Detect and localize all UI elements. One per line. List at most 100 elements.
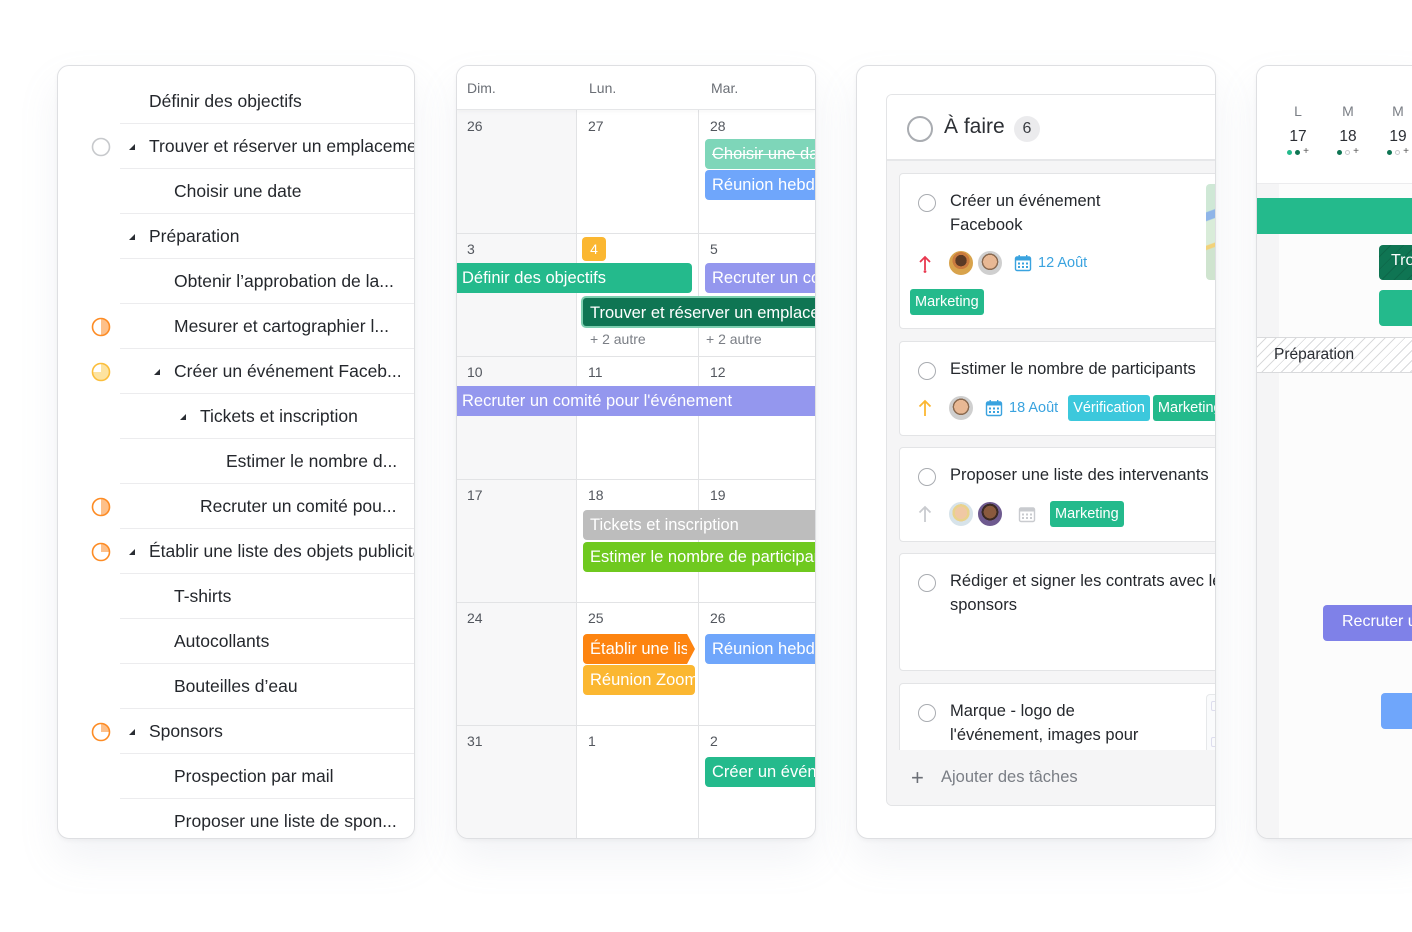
timeline-bar[interactable]: Trouver et réserver un emplacement [1379, 245, 1412, 280]
collapse-caret-icon[interactable] [129, 549, 135, 555]
task-name[interactable]: T-shirts [174, 574, 231, 619]
timeline-day[interactable]: L 17 + [1278, 66, 1318, 166]
day-number[interactable]: 10 [467, 364, 483, 380]
collapse-caret-icon[interactable] [129, 729, 135, 735]
task-row[interactable]: Bouteilles d’eau [58, 664, 414, 709]
task-name[interactable]: Préparation [149, 214, 239, 259]
timeline-day[interactable]: M 18 + [1328, 66, 1368, 166]
avatar[interactable] [977, 501, 1003, 527]
calendar-event[interactable]: Créer un événement [705, 757, 815, 787]
today-date-badge[interactable]: 4 [582, 237, 606, 261]
day-number[interactable]: 3 [467, 241, 475, 257]
day-number[interactable]: 1 [588, 733, 596, 749]
day-number[interactable]: 5 [710, 241, 718, 257]
task-row[interactable]: Établir une liste des objets publicitair… [58, 529, 414, 574]
task-name[interactable]: Obtenir l’approbation de la... [174, 259, 394, 304]
calendar-event[interactable]: Définir des objectifs [457, 263, 692, 293]
complete-checkbox[interactable] [918, 468, 936, 486]
task-name[interactable]: Prospection par mail [174, 754, 334, 799]
task-row[interactable]: T-shirts [58, 574, 414, 619]
task-row[interactable]: Recruter un comité pou... [58, 484, 414, 529]
task-name[interactable]: Sponsors [149, 709, 223, 754]
timeline-bar[interactable] [1379, 290, 1412, 326]
task-row[interactable]: Créer un événement Faceb... [58, 349, 414, 394]
due-date[interactable]: 12 Août [1038, 255, 1087, 271]
avatar[interactable] [948, 501, 974, 527]
task-row[interactable]: Estimer le nombre d... [58, 439, 414, 484]
task-row[interactable]: Autocollants [58, 619, 414, 664]
day-number[interactable]: 26 [467, 118, 483, 134]
timeline-bar[interactable]: Recruter un comité [1323, 605, 1412, 641]
day-number[interactable]: 25 [588, 610, 604, 626]
collapse-caret-icon[interactable] [129, 144, 135, 150]
calendar-event[interactable]: Choisir une date [705, 139, 815, 169]
task-name[interactable]: Choisir une date [174, 169, 301, 214]
avatar[interactable] [977, 250, 1003, 276]
avatar[interactable] [948, 250, 974, 276]
task-row[interactable]: Tickets et inscription [58, 394, 414, 439]
task-name[interactable]: Établir une liste des objets publicitair… [149, 529, 414, 574]
day-number[interactable]: 24 [467, 610, 483, 626]
day-number[interactable]: 12 [710, 364, 726, 380]
complete-checkbox[interactable] [918, 574, 936, 592]
avatar[interactable] [948, 395, 974, 421]
more-events-link[interactable]: + 2 autre [706, 331, 762, 347]
tag-verification[interactable]: Vérification [1068, 395, 1150, 421]
task-name[interactable]: Bouteilles d’eau [174, 664, 298, 709]
calendar-event-selected[interactable]: Trouver et réserver un emplacement [581, 296, 815, 328]
task-card[interactable]: Estimer le nombre de participants 18 Aoû… [899, 341, 1215, 436]
tag-marketing[interactable]: Marketing [1152, 395, 1215, 421]
task-name[interactable]: Autocollants [174, 619, 269, 664]
task-row[interactable]: Proposer une liste de spon... [58, 799, 414, 838]
task-name[interactable]: Estimer le nombre d... [226, 439, 397, 484]
task-row[interactable]: Choisir une date [58, 169, 414, 214]
timeline-bar[interactable] [1257, 198, 1412, 234]
due-date[interactable]: 18 Août [1009, 400, 1058, 416]
task-name[interactable]: Proposer une liste de spon... [174, 799, 397, 838]
day-number[interactable]: 2 [710, 733, 718, 749]
complete-checkbox[interactable] [918, 362, 936, 380]
day-number[interactable]: 18 [588, 487, 604, 503]
task-row[interactable]: Trouver et réserver un emplacement [58, 124, 414, 169]
tag-marketing[interactable]: Marketing [1050, 501, 1124, 527]
collapse-caret-icon[interactable] [180, 414, 186, 420]
complete-checkbox[interactable] [918, 194, 936, 212]
timeline-bar[interactable] [1381, 693, 1412, 729]
day-number[interactable]: 11 [588, 364, 603, 380]
collapse-caret-icon[interactable] [129, 234, 135, 240]
day-number[interactable]: 17 [467, 487, 483, 503]
collapse-caret-icon[interactable] [154, 369, 160, 375]
day-number[interactable]: 28 [710, 118, 726, 134]
calendar-event[interactable]: Réunion Zoom [583, 665, 695, 695]
day-number[interactable]: 31 [467, 733, 483, 749]
task-name[interactable]: Recruter un comité pou... [200, 484, 396, 529]
task-row[interactable]: Mesurer et cartographier l... [58, 304, 414, 349]
calendar-event[interactable]: Recruter un comité pour l'événement [457, 386, 815, 416]
task-name[interactable]: Mesurer et cartographier l... [174, 304, 389, 349]
task-row[interactable]: Sponsors [58, 709, 414, 754]
task-row[interactable]: Obtenir l’approbation de la... [58, 259, 414, 304]
add-task-button[interactable]: + Ajouter des tâches [887, 750, 1215, 805]
timeline-day[interactable]: M 19 + [1378, 66, 1412, 166]
more-events-link[interactable]: + 2 autre [590, 331, 646, 347]
calendar-event[interactable]: Réunion hebdomadaire [705, 634, 815, 664]
task-card[interactable]: Créer un événement Facebook 12 Août Mark… [899, 173, 1215, 329]
task-name[interactable]: Créer un événement Faceb... [174, 349, 402, 394]
calendar-event[interactable]: Réunion hebdomadaire [705, 170, 815, 200]
task-name[interactable]: Définir des objectifs [149, 79, 302, 124]
calendar-event[interactable]: Recruter un comité [705, 263, 815, 293]
day-number[interactable]: 27 [588, 118, 604, 134]
task-row[interactable]: Préparation [58, 214, 414, 259]
map-thumbnail[interactable] [1206, 184, 1215, 280]
task-name[interactable]: Tickets et inscription [200, 394, 358, 439]
calendar-event[interactable]: Tickets et inscription [583, 510, 815, 540]
calendar-event[interactable]: Estimer le nombre de participants [583, 542, 815, 572]
task-name[interactable]: Trouver et réserver un emplacement [149, 124, 414, 169]
calendar-icon[interactable] [1018, 505, 1036, 523]
day-number[interactable]: 19 [710, 487, 726, 503]
task-card[interactable]: Proposer une liste des intervenants Mark… [899, 447, 1215, 542]
task-row[interactable]: Prospection par mail [58, 754, 414, 799]
day-number[interactable]: 26 [710, 610, 726, 626]
task-card[interactable]: Rédiger et signer les contrats avec les … [899, 553, 1215, 671]
task-row[interactable]: Définir des objectifs [58, 79, 414, 124]
